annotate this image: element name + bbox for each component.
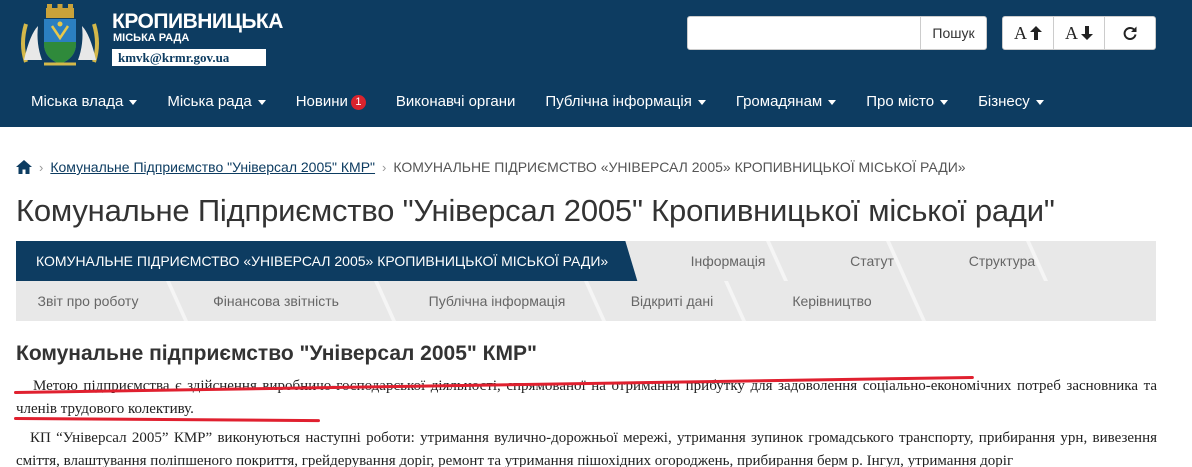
arrow-down-icon <box>1081 26 1093 40</box>
increase-font-button[interactable]: A <box>1003 17 1054 49</box>
breadcrumb-link[interactable]: Комунальне Підприємство "Універсал 2005"… <box>50 159 375 175</box>
nav-item-about-city[interactable]: Про місто <box>851 77 963 127</box>
caret-down-icon <box>940 99 949 105</box>
tab-label: Відкриті дані <box>630 293 714 309</box>
city-name: КРОПИВНИЦЬКА <box>112 10 283 33</box>
nav-item-city-government[interactable]: Міська влада <box>16 77 152 127</box>
nav-label: Про місто <box>866 93 935 110</box>
tab-edge <box>624 241 638 281</box>
breadcrumb-current: КОМУНАЛЬНЕ ПІДРИЄМСТВО «УНІВЕРСАЛ 2005» … <box>393 159 966 175</box>
tab-label: КОМУНАЛЬНЕ ПІДРИЄМСТВО «УНІВЕРСАЛ 2005» … <box>36 253 609 269</box>
tab-separator <box>904 281 926 321</box>
nav-label: Громадянам <box>735 93 823 110</box>
nav-label: Міська рада <box>167 93 252 110</box>
nav-item-citizens[interactable]: Громадянам <box>721 77 851 127</box>
news-badge: 1 <box>350 94 366 110</box>
nav-item-city-council[interactable]: Міська рада <box>152 77 280 127</box>
reset-font-button[interactable] <box>1105 17 1155 49</box>
tab-statute[interactable]: Статут <box>812 241 932 281</box>
nav-label: Публічна інформація <box>545 93 692 110</box>
tab-label: Звіт про роботу <box>37 293 139 309</box>
nav-label: Бізнесу <box>978 93 1030 110</box>
tab-structure[interactable]: Структура <box>932 241 1072 281</box>
caret-down-icon <box>129 99 138 105</box>
site-logo[interactable]: КРОПИВНИЦЬКА МІСЬКА РАДА kmvk@krmr.gov.u… <box>16 4 283 68</box>
tab-separator <box>584 281 606 321</box>
arrow-up-icon <box>1030 26 1042 40</box>
caret-down-icon <box>828 99 837 105</box>
search-input[interactable] <box>687 16 921 50</box>
accessibility-tools: A A <box>1002 16 1156 50</box>
breadcrumb-separator: › <box>39 159 44 175</box>
tab-separator <box>374 281 396 321</box>
city-crest-icon <box>21 4 99 66</box>
nav-item-news[interactable]: Новини 1 <box>281 77 381 127</box>
nav-label: Виконавчі органи <box>395 93 516 110</box>
email-link[interactable]: kmvk@krmr.gov.ua <box>112 49 266 66</box>
tab-separator <box>1026 241 1048 281</box>
tab-open-data[interactable]: Відкриті дані <box>602 281 742 321</box>
tab-label: Керівництво <box>792 293 872 309</box>
breadcrumb-separator: › <box>382 159 387 175</box>
nav-item-public-info[interactable]: Публічна інформація <box>530 77 720 127</box>
nav-label: Міська влада <box>31 93 124 110</box>
home-icon[interactable] <box>16 160 32 174</box>
caret-down-icon <box>257 99 266 105</box>
tab-separator <box>166 281 188 321</box>
tab-separator <box>886 241 908 281</box>
nav-label: Новини <box>295 93 348 110</box>
tab-main[interactable]: КОМУНАЛЬНЕ ПІДРИЄМСТВО «УНІВЕРСАЛ 2005» … <box>16 241 638 281</box>
font-letter: A <box>1065 22 1078 43</box>
main-nav: Міська влада Міська рада Новини 1 Виконав… <box>0 77 1192 127</box>
site-header: КРОПИВНИЦЬКА МІСЬКА РАДА kmvk@krmr.gov.u… <box>0 0 1192 127</box>
tab-work-report[interactable]: Звіт про роботу <box>16 281 160 321</box>
tab-management[interactable]: Керівництво <box>742 281 922 321</box>
decrease-font-button[interactable]: A <box>1054 17 1105 49</box>
section-tabs: КОМУНАЛЬНЕ ПІДРИЄМСТВО «УНІВЕРСАЛ 2005» … <box>16 241 1156 321</box>
refresh-icon <box>1123 26 1137 40</box>
search-button[interactable]: Пошук <box>920 16 987 50</box>
caret-down-icon <box>697 99 706 105</box>
works-paragraph: КП “Універсал 2005” КМР” виконуються нас… <box>16 430 1157 467</box>
font-letter: A <box>1014 22 1027 43</box>
tab-public-info[interactable]: Публічна інформація <box>392 281 602 321</box>
tab-label: Інформація <box>690 253 766 269</box>
breadcrumb: › Комунальне Підприємство "Універсал 200… <box>16 158 966 176</box>
nav-item-business[interactable]: Бізнесу <box>963 77 1059 127</box>
tab-separator <box>766 241 788 281</box>
tab-separator <box>724 281 746 321</box>
nav-item-executive-bodies[interactable]: Виконавчі органи <box>381 77 531 127</box>
tab-label: Фінансова звітність <box>213 293 339 309</box>
tab-financial-reports[interactable]: Фінансова звітність <box>160 281 392 321</box>
council-name: МІСЬКА РАДА <box>113 32 190 44</box>
page-title: Комунальне Підприємство "Універсал 2005"… <box>16 193 1055 228</box>
caret-down-icon <box>1035 99 1044 105</box>
content-title: Комунальне підприємство "Універсал 2005"… <box>16 342 537 365</box>
tab-label: Публічна інформація <box>428 293 566 309</box>
